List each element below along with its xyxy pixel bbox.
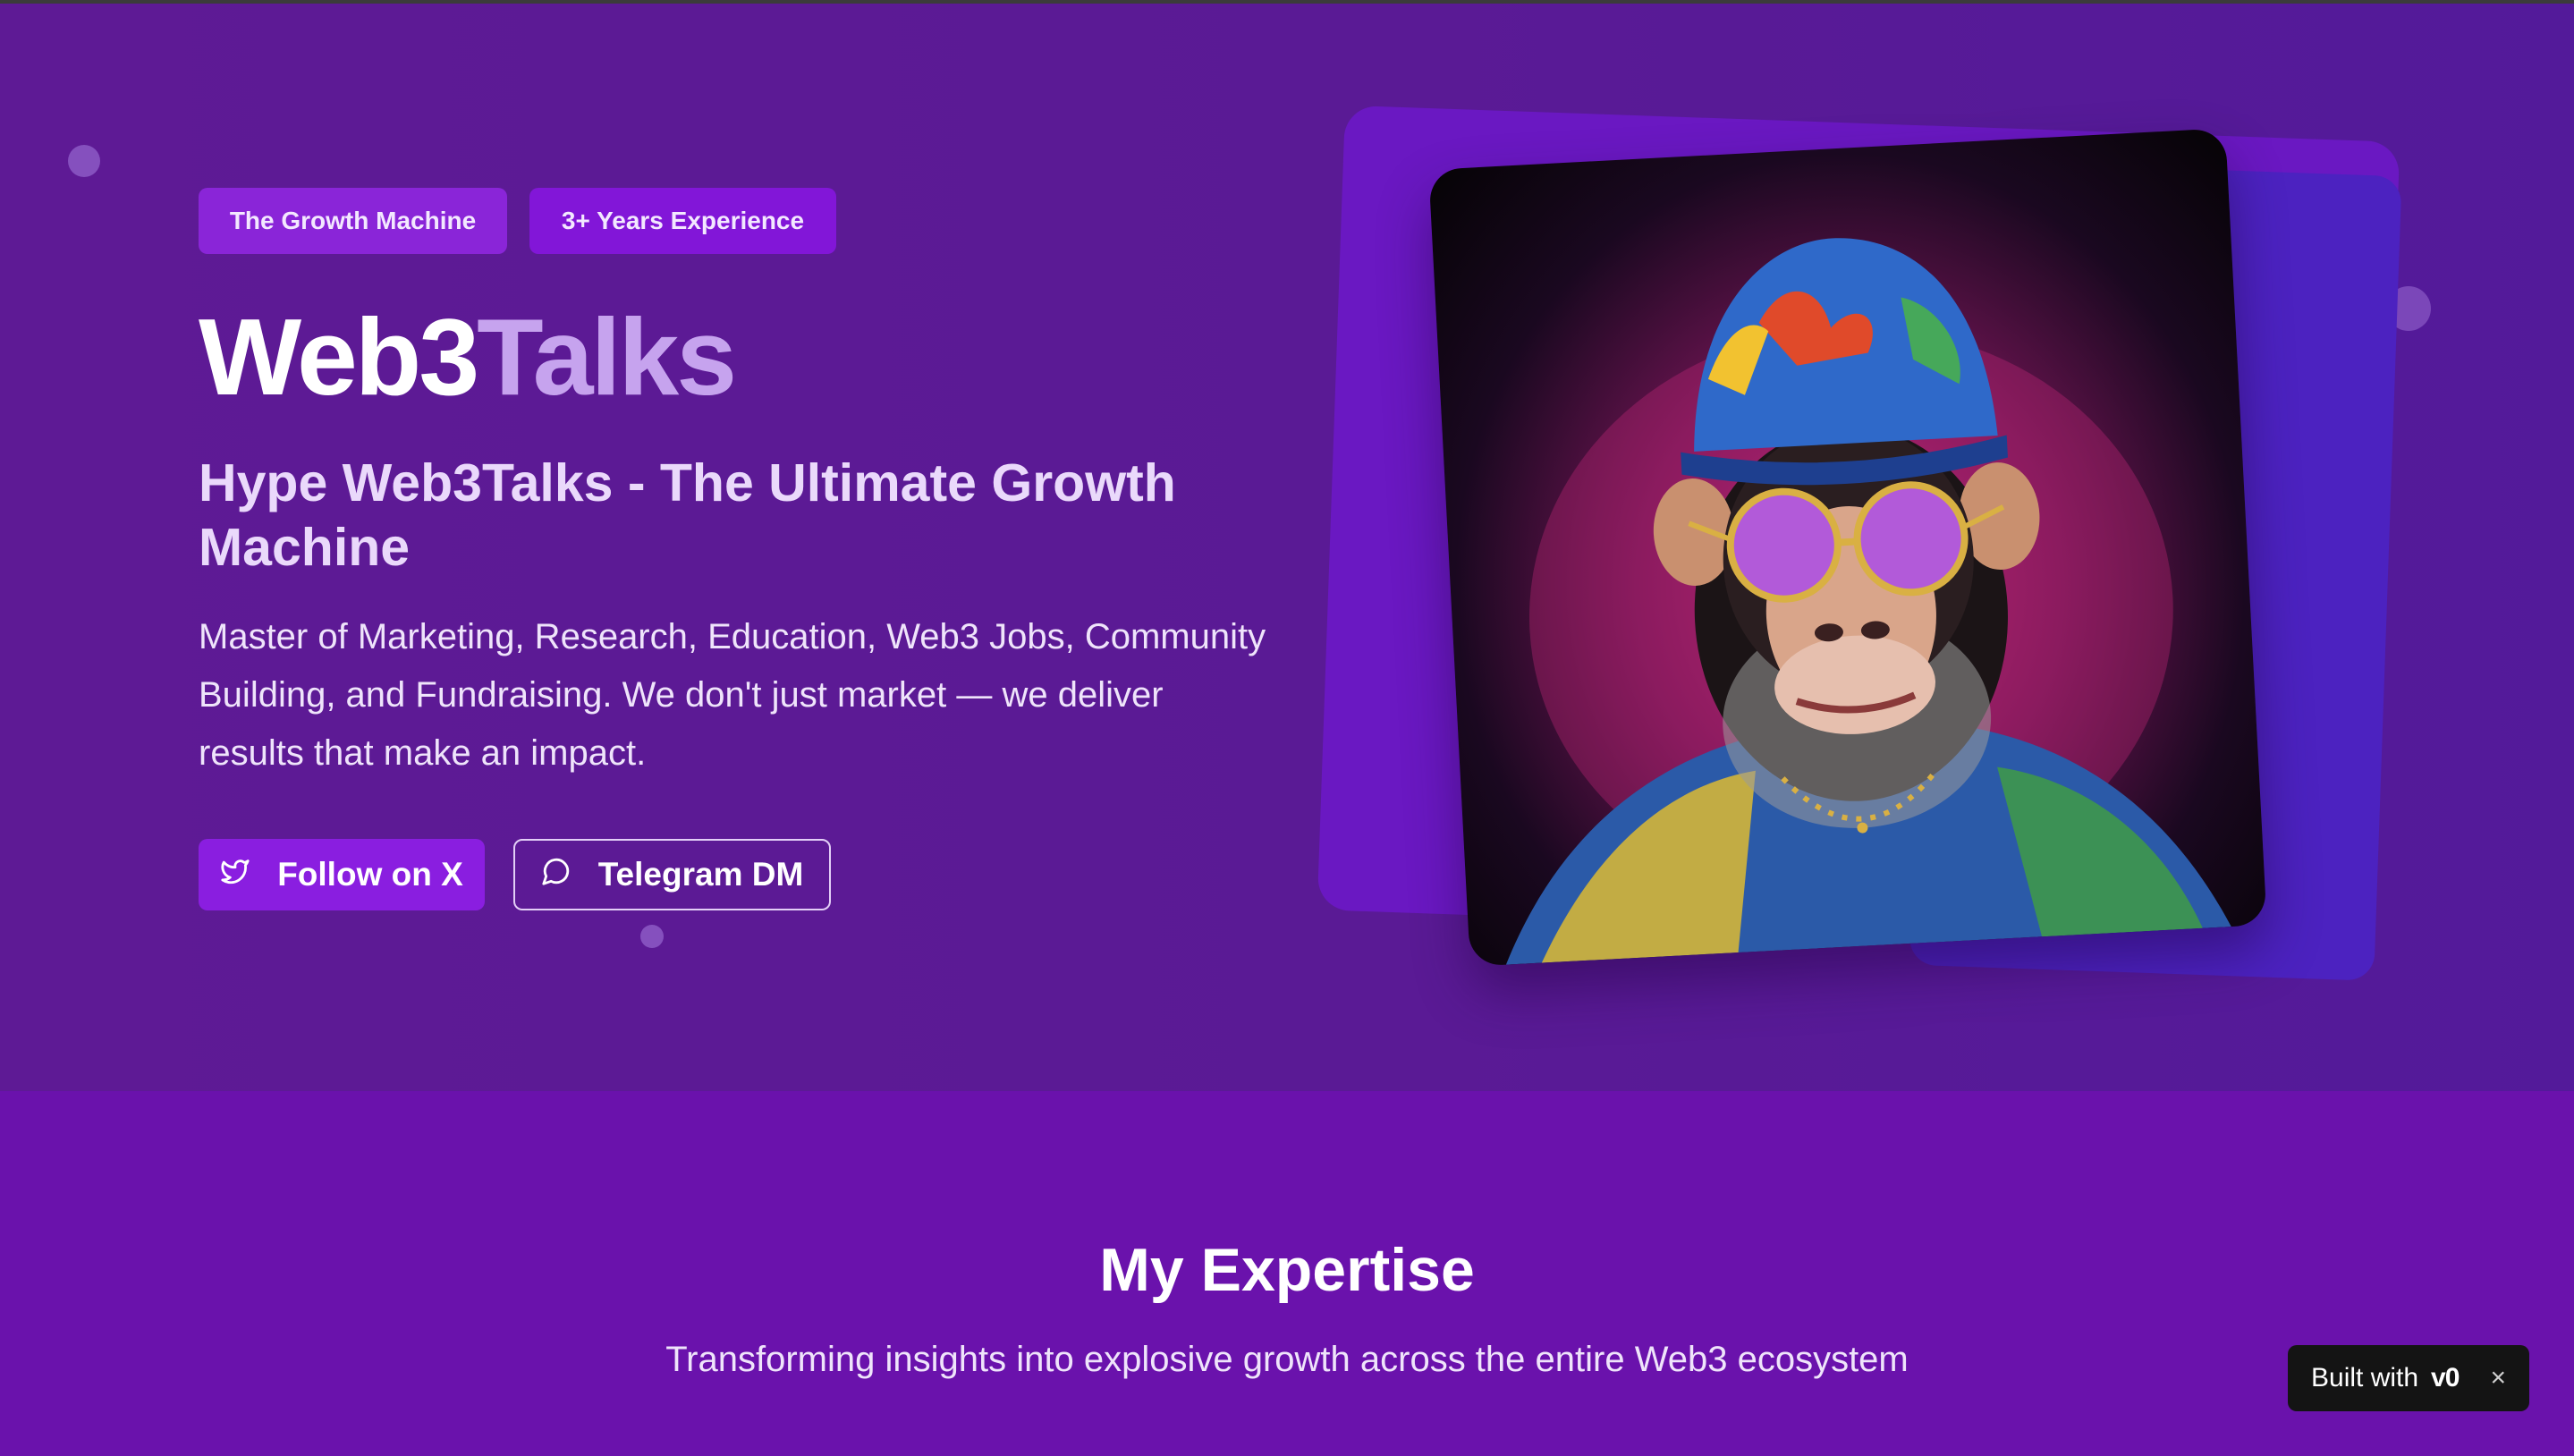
twitter-bird-icon [220,856,250,894]
title-part-talks: Talks [477,296,737,418]
built-with-v0-badge[interactable]: Built with v0 × [2288,1345,2529,1411]
built-with-label: Built with [2311,1363,2419,1393]
page-title: Web3Talks [199,290,737,424]
expertise-lead: Transforming insights into explosive gro… [665,1340,1909,1379]
telegram-dm-button[interactable]: Telegram DM [513,839,831,910]
follow-on-x-button[interactable]: Follow on X [199,839,485,910]
title-part-web3: Web3 [199,296,479,418]
hero-section: The Growth Machine 3+ Years Experience W… [0,4,2574,1091]
close-icon[interactable]: × [2490,1363,2506,1393]
hero-image-chimpanzee [1428,128,2267,967]
badge-growth-machine: The Growth Machine [199,188,507,254]
hero-description: Master of Marketing, Research, Education… [199,617,1266,773]
decor-dot [68,145,100,177]
expertise-heading: My Expertise [1099,1236,1475,1304]
follow-on-x-label: Follow on X [277,856,463,893]
telegram-dm-label: Telegram DM [597,856,804,893]
message-circle-icon [541,856,572,894]
decor-dot [640,925,664,948]
badge-experience: 3+ Years Experience [529,188,836,254]
hero-subtitle: Hype Web3Talks - The Ultimate Growth Mac… [199,453,1176,577]
v0-logo: v0 [2431,1363,2460,1393]
